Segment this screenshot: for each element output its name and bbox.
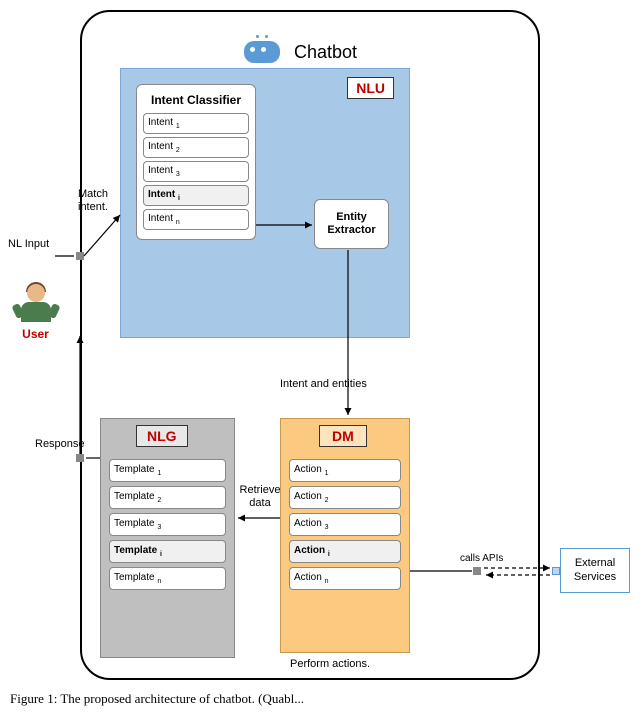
nlu-module: NLU Intent Classifier Intent 1Intent 2In… xyxy=(120,68,410,338)
node-response xyxy=(76,454,84,462)
edge-nl-input: NL Input xyxy=(8,238,49,250)
node-api xyxy=(473,567,481,575)
action-item-4: Action n xyxy=(289,567,401,590)
dm-footer: Perform actions. xyxy=(290,658,370,670)
external-services: External Services xyxy=(560,548,630,593)
figure-caption: Figure 1: The proposed architecture of c… xyxy=(10,691,304,707)
edge-response: Response xyxy=(35,438,85,450)
intent-item-1: Intent 2 xyxy=(143,137,249,158)
intent-item-4: Intent n xyxy=(143,209,249,230)
intent-classifier-title: Intent Classifier xyxy=(143,93,249,107)
node-api-external xyxy=(552,567,560,575)
dm-module: DM Action 1 Action 2 Action 3 Action i Actio… xyxy=(280,418,410,653)
intent-item-2: Intent 3 xyxy=(143,161,249,182)
edge-intent-entities: Intent and entities xyxy=(280,378,367,390)
user-icon xyxy=(16,280,56,325)
edge-calls-apis: calls APIs xyxy=(460,553,503,564)
template-item-4: Template n xyxy=(109,567,226,590)
edge-match-intent: Match intent. xyxy=(78,188,118,214)
action-item-0: Action 1 xyxy=(289,459,401,482)
template-item-2: Template 3 xyxy=(109,513,226,536)
nlu-label: NLU xyxy=(347,77,394,99)
action-item-2: Action 3 xyxy=(289,513,401,536)
entity-extractor: Entity Extractor xyxy=(314,199,389,249)
template-item-1: Template 2 xyxy=(109,486,226,509)
action-item-1: Action 2 xyxy=(289,486,401,509)
intent-item-0: Intent 1 xyxy=(143,113,249,134)
intent-item-3: Intent i xyxy=(143,185,249,206)
chatbot-title: Chatbot xyxy=(294,42,357,63)
intent-classifier: Intent Classifier Intent 1 Intent 2 Intent… xyxy=(136,84,256,240)
dm-label: DM xyxy=(319,425,367,447)
template-item-0: Template 1 xyxy=(109,459,226,482)
nlg-module: NLG Template 1 Template 2 Template 3 Templa… xyxy=(100,418,235,658)
user-label: User xyxy=(8,327,63,341)
chatbot-header: Chatbot xyxy=(242,37,357,67)
node-nl-input xyxy=(76,252,84,260)
user: User xyxy=(8,280,63,341)
robot-icon xyxy=(242,37,282,67)
edge-retrieve-data: Retrieve data xyxy=(235,484,285,510)
template-item-3: Template i xyxy=(109,540,226,563)
nlg-label: NLG xyxy=(136,425,188,447)
action-item-3: Action i xyxy=(289,540,401,563)
